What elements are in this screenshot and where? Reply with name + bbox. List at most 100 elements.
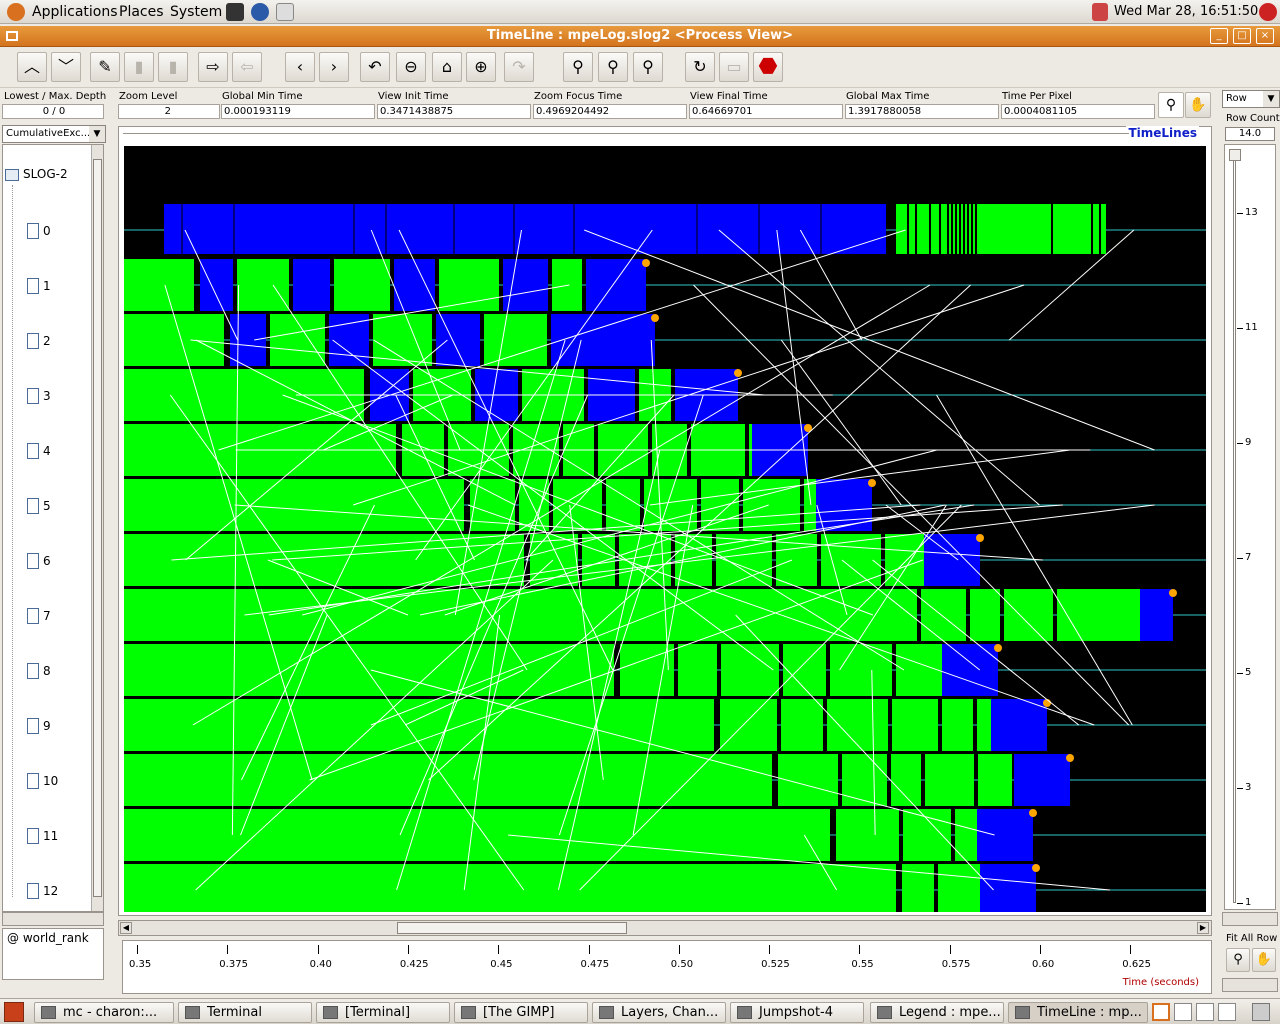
time-axis-label: Time (seconds) [1122,977,1199,988]
legend-mode-combo[interactable]: CumulativeExc... ▼ [2,125,106,143]
forward-icon[interactable]: › [319,52,349,82]
axis-tick-label: 0.50 [670,959,694,970]
tree-row-label[interactable]: 0 [43,224,51,238]
right-bottom-scrollbar[interactable] [1222,978,1278,992]
down-icon[interactable]: ﹀ [51,52,81,82]
stop-icon[interactable]: ⬣ [753,52,783,82]
places-menu[interactable]: Places [119,0,164,24]
window-menu-icon[interactable] [6,31,18,41]
row-slider-thumb[interactable] [1229,149,1241,161]
system-menu[interactable]: System [170,0,222,24]
undo-icon[interactable]: ↶ [360,52,390,82]
workspace-4-icon[interactable] [1218,1003,1236,1021]
tree-row-label[interactable]: 3 [43,389,51,403]
taskbar: mc - charon:... Terminal [Terminal] [The GI… [0,998,1280,1024]
timeline-canvas[interactable] [124,146,1206,916]
taskbar-item[interactable]: Jumpshot-4 [730,1002,864,1023]
scroll-left-icon[interactable]: ◀ [120,922,132,934]
state-block [237,259,289,311]
tree-row-label[interactable]: 1 [43,279,51,293]
row-combo[interactable]: Row ▼ [1222,90,1280,108]
magnifier-icon[interactable]: ⚲ [1158,92,1184,118]
clipboard-icon[interactable]: ▮ [124,52,154,82]
zoom-focus-field[interactable]: 0.4969204492 [533,104,687,119]
workspace-3-icon[interactable] [1196,1003,1214,1021]
row-count-field[interactable]: 14.0 [1225,127,1275,141]
tree-row-label[interactable]: 2 [43,334,51,348]
window-title: TimeLine : mpeLog.slog2 <Process View> [486,28,794,43]
taskbar-item[interactable]: [The GIMP] [454,1002,588,1023]
global-min-field: 0.000193119 [221,104,375,119]
taskbar-item[interactable]: Layers, Chan... [592,1002,726,1023]
export-icon[interactable]: ⇨ [198,52,228,82]
trash-icon[interactable]: ▮ [158,52,188,82]
maximize-button[interactable]: □ [1233,28,1251,44]
back-icon[interactable]: ‹ [285,52,315,82]
window-titlebar[interactable]: TimeLine : mpeLog.slog2 <Process View> _… [0,26,1280,47]
depth-label: Lowest / Max. Depth [4,91,107,102]
magnifier-icon[interactable]: ⚲ [1226,948,1250,972]
taskbar-item[interactable]: Terminal [178,1002,312,1023]
power-icon[interactable] [1259,3,1277,21]
volume-icon[interactable] [1092,3,1108,21]
tree-row-label[interactable]: 8 [43,664,51,678]
workspace-2-icon[interactable] [1174,1003,1192,1021]
ubuntu-logo-icon[interactable] [7,3,25,21]
tree-row-label[interactable]: 6 [43,554,51,568]
search-icon[interactable]: ⚲ [598,52,628,82]
tree-row-label[interactable]: 4 [43,444,51,458]
fit-all-row-label[interactable]: Fit All Row [1226,933,1277,944]
edit-icon[interactable]: ✎ [90,52,120,82]
mail-launcher-icon[interactable] [276,3,294,21]
terminal-launcher-icon[interactable] [226,3,244,21]
show-desktop-icon[interactable] [4,1002,24,1022]
zoom-in-icon[interactable]: ⊕ [466,52,496,82]
mpi-state-bar [816,479,872,531]
hand-icon[interactable]: ✋ [1185,92,1211,118]
clock[interactable]: Wed Mar 28, 16:51:50 [1114,0,1258,24]
tree-row-label[interactable]: 5 [43,499,51,513]
chevron-down-icon[interactable]: ▼ [1263,91,1279,107]
taskbar-item[interactable]: [Terminal] [316,1002,450,1023]
taskbar-item[interactable]: mc - charon:... [34,1002,174,1023]
top-panel: Applications Places System Wed Mar 28, 1… [0,0,1280,24]
search-forward-icon[interactable]: ⚲ [633,52,663,82]
timeline-svg[interactable] [124,146,1206,916]
applications-menu[interactable]: Applications [32,0,118,24]
workspace-1-icon[interactable] [1152,1003,1170,1021]
print-icon[interactable]: ▭ [719,52,749,82]
taskbar-item[interactable]: Legend : mpe... [870,1002,1004,1023]
right-hscrollbar[interactable] [1222,912,1278,926]
chevron-down-icon[interactable]: ▼ [89,126,105,142]
home-icon[interactable]: ⌂ [432,52,462,82]
tree-scroll-thumb[interactable] [93,159,102,897]
scroll-right-icon[interactable]: ▶ [1197,922,1209,934]
row-scale-label: 9 [1245,437,1252,448]
redo-icon[interactable]: ↷ [504,52,534,82]
close-button[interactable]: × [1256,28,1274,44]
event-marker [1066,754,1074,762]
axis-tick [1130,945,1132,954]
tree-scrollbar[interactable] [91,145,103,911]
tree-row-label[interactable]: 12 [43,884,58,898]
import-icon[interactable]: ⇦ [232,52,262,82]
tree-row-label[interactable]: 11 [43,829,58,843]
tree-row-label[interactable]: 9 [43,719,51,733]
axis-tick-label: 0.35 [129,959,152,970]
up-icon[interactable]: ︿ [17,52,47,82]
search-backward-icon[interactable]: ⚲ [563,52,593,82]
tree-row-label[interactable]: 7 [43,609,51,623]
browser-launcher-icon[interactable] [251,3,269,21]
tree-row-label[interactable]: 10 [43,774,58,788]
refresh-icon[interactable]: ↻ [685,52,715,82]
tree-root[interactable]: SLOG-2 [23,167,68,181]
row-slider-track[interactable] [1233,151,1236,903]
time-scroll-thumb[interactable] [397,922,627,934]
tree-hscrollbar[interactable] [2,912,104,926]
taskbar-item[interactable]: TimeLine : mp... [1008,1002,1148,1023]
hand-icon[interactable]: ✋ [1252,948,1276,972]
time-scrollbar[interactable]: ◀ ▶ [118,920,1212,936]
minimize-button[interactable]: _ [1210,28,1228,44]
zoom-out-icon[interactable]: ⊖ [396,52,426,82]
trash-applet-icon[interactable] [1252,1003,1270,1021]
